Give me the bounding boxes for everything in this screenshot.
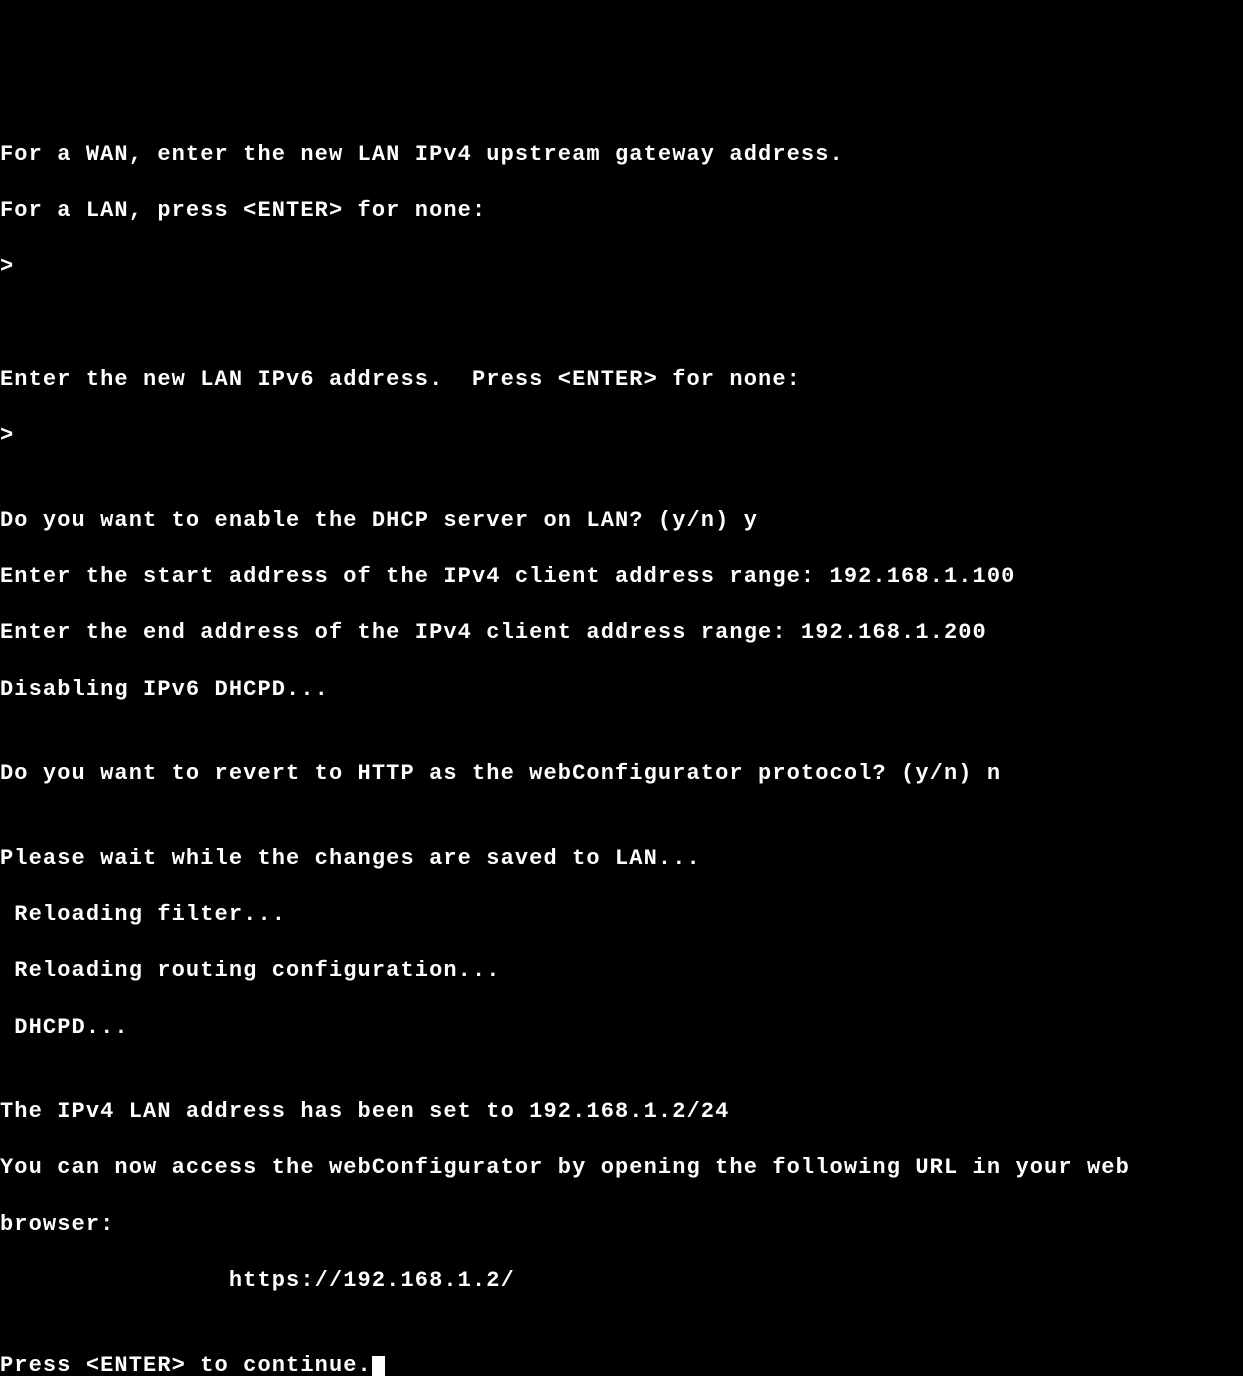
terminal-line: For a LAN, press <ENTER> for none: [0,197,1243,225]
terminal-line: Do you want to revert to HTTP as the web… [0,760,1243,788]
terminal-output[interactable]: For a WAN, enter the new LAN IPv4 upstre… [0,113,1243,1376]
terminal-prompt: > [0,253,1243,281]
terminal-line: The IPv4 LAN address has been set to 192… [0,1098,1243,1126]
terminal-line: You can now access the webConfigurator b… [0,1154,1243,1182]
terminal-prompt: > [0,422,1243,450]
terminal-line: Reloading filter... [0,901,1243,929]
terminal-line: Reloading routing configuration... [0,957,1243,985]
terminal-line: Enter the end address of the IPv4 client… [0,619,1243,647]
terminal-line: browser: [0,1211,1243,1239]
terminal-line: Please wait while the changes are saved … [0,845,1243,873]
terminal-input-line[interactable]: Press <ENTER> to continue. [0,1352,1243,1376]
cursor-icon [372,1356,385,1376]
terminal-line: DHCPD... [0,1014,1243,1042]
terminal-line: For a WAN, enter the new LAN IPv4 upstre… [0,141,1243,169]
terminal-prompt-text: Press <ENTER> to continue. [0,1353,372,1376]
terminal-line: Do you want to enable the DHCP server on… [0,507,1243,535]
terminal-url: https://192.168.1.2/ [0,1267,1243,1295]
terminal-line: Enter the start address of the IPv4 clie… [0,563,1243,591]
terminal-line: Enter the new LAN IPv6 address. Press <E… [0,366,1243,394]
terminal-line: Disabling IPv6 DHCPD... [0,676,1243,704]
